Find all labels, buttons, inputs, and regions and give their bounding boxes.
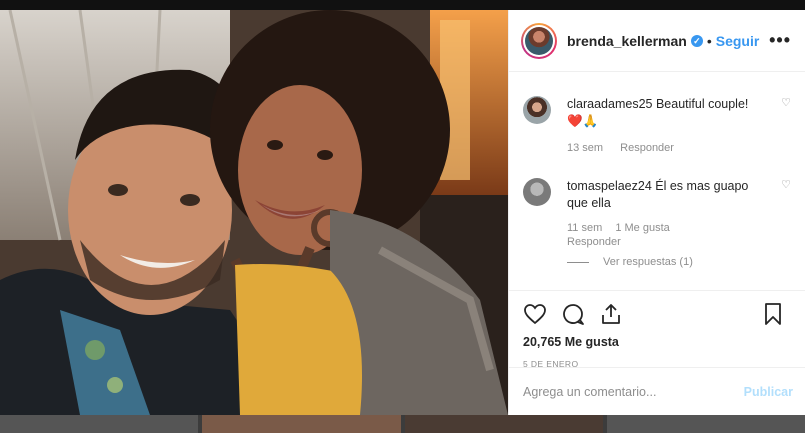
owner-avatar[interactable] (521, 22, 557, 59)
comment-time[interactable]: 11 sem (567, 222, 602, 234)
couple-selfie-image (0, 10, 508, 415)
comment-input[interactable] (523, 384, 744, 399)
owner-avatar-image (525, 26, 553, 55)
replies-line (567, 261, 589, 263)
backdrop-feed-thumbnails (0, 415, 805, 433)
verified-badge-icon: ✓ (690, 34, 703, 47)
like-heart-icon[interactable] (523, 302, 547, 326)
more-options-icon[interactable]: ••• (769, 30, 791, 51)
comment-like-heart-icon[interactable]: ♡ (781, 96, 791, 109)
comment-likes[interactable]: 1 Me gusta (615, 222, 669, 234)
feed-thumbnail[interactable] (202, 415, 401, 433)
post-side-panel: brenda_kellerman ✓ • Seguir ••• claraada… (508, 10, 805, 415)
reply-button[interactable]: Responder (567, 236, 621, 248)
comments-list: claraadames25 Beautiful couple! ❤️🙏 13 s… (523, 84, 791, 268)
feed-thumbnail[interactable] (606, 415, 805, 433)
post-modal: brenda_kellerman ✓ • Seguir ••• claraada… (0, 10, 805, 415)
comment-item: tomaspelaez24 Él es mas guapo que ella 1… (523, 166, 791, 248)
reply-button[interactable]: Responder (620, 142, 674, 154)
post-actions: 20,765 Me gusta 5 DE ENERO (509, 290, 805, 369)
share-icon[interactable] (599, 302, 623, 326)
bookmark-icon[interactable] (761, 302, 785, 326)
owner-username[interactable]: brenda_kellerman (567, 33, 687, 49)
post-header: brenda_kellerman ✓ • Seguir ••• (509, 10, 805, 72)
comment-text: Beautiful couple! (655, 97, 749, 111)
comment-emoji: ❤️🙏 (567, 114, 599, 128)
comment-composer: Publicar (509, 367, 805, 415)
comment-username[interactable]: tomaspelaez24 (567, 179, 652, 193)
comment-username[interactable]: claraadames25 (567, 97, 652, 111)
feed-thumbnail[interactable] (404, 415, 603, 433)
comment-bubble-icon[interactable] (561, 302, 585, 326)
comment-item: claraadames25 Beautiful couple! ❤️🙏 13 s… (523, 84, 791, 154)
feed-thumbnail[interactable] (0, 415, 199, 433)
post-photo[interactable] (0, 10, 508, 415)
view-replies-button[interactable]: Ver respuestas (1) (567, 256, 791, 268)
publish-button[interactable]: Publicar (744, 385, 793, 399)
commenter-avatar[interactable] (523, 96, 551, 124)
header-separator: • (706, 32, 712, 49)
backdrop-top-strip (0, 0, 805, 10)
comment-time[interactable]: 13 sem (567, 142, 603, 154)
view-replies-label: Ver respuestas (1) (603, 256, 693, 268)
comment-like-heart-icon[interactable]: ♡ (781, 178, 791, 191)
follow-button[interactable]: Seguir (716, 33, 760, 49)
like-count[interactable]: 20,765 Me gusta (523, 335, 791, 349)
commenter-avatar[interactable] (523, 178, 551, 206)
